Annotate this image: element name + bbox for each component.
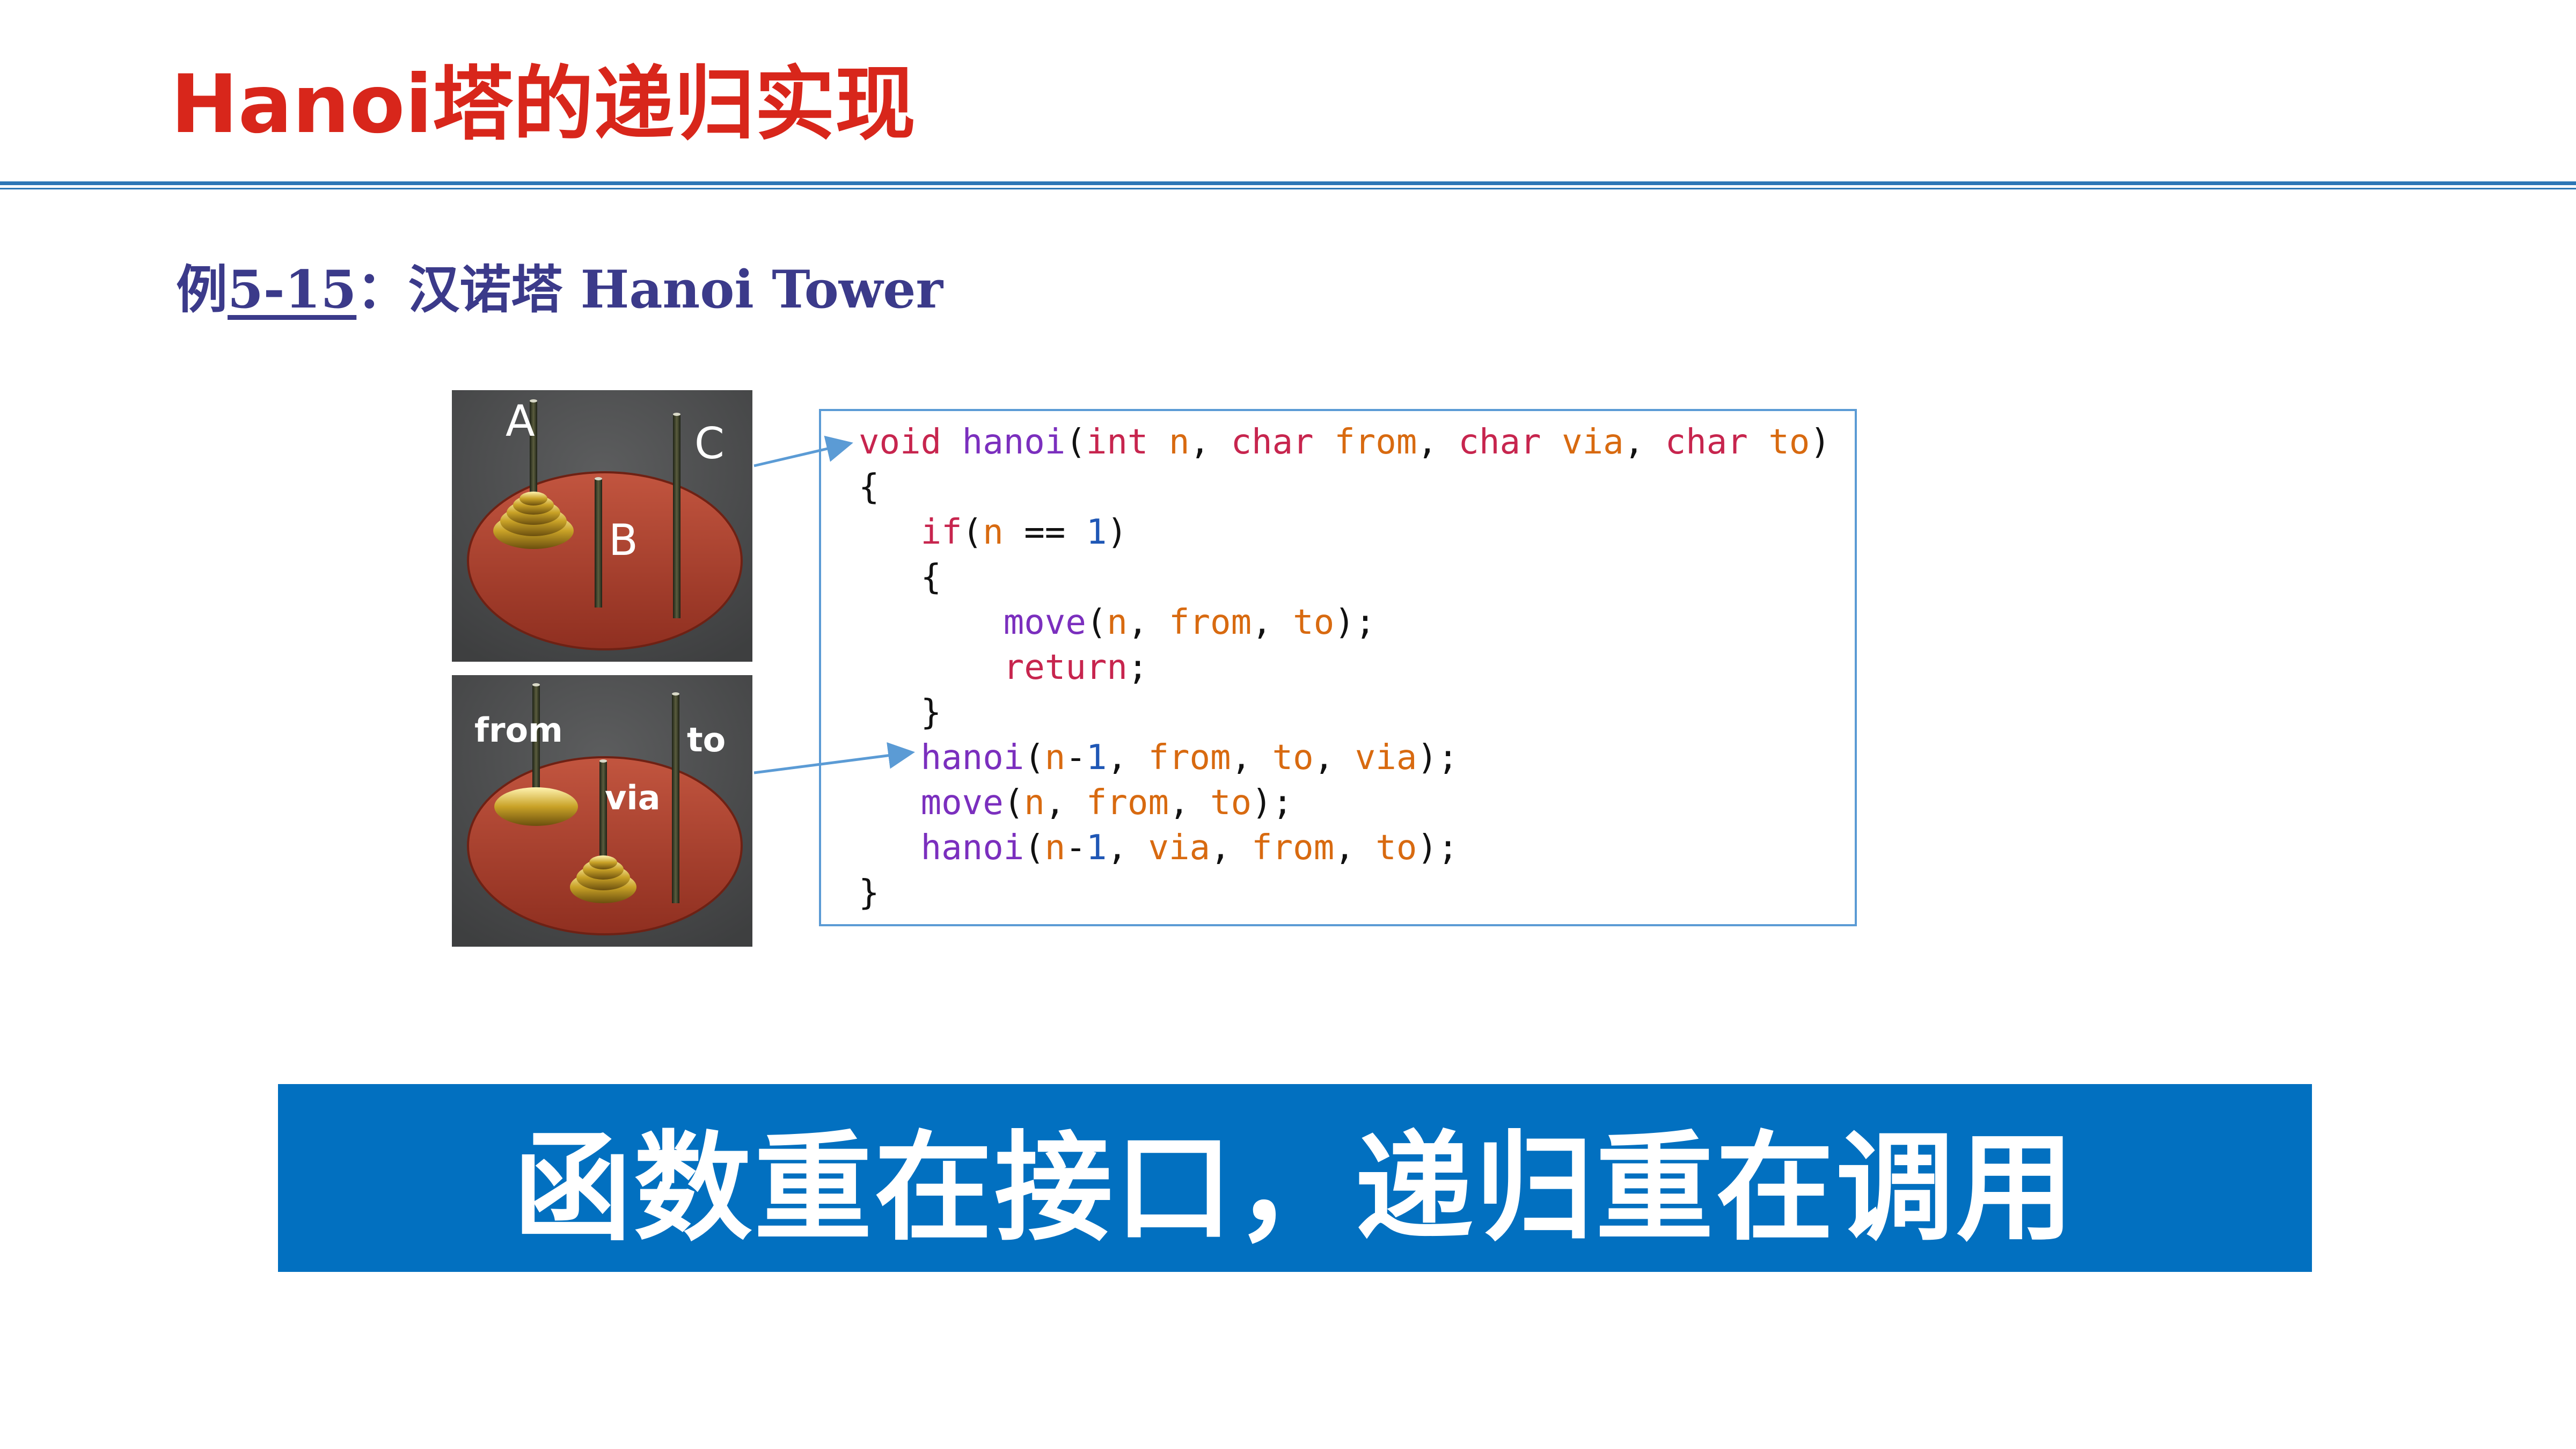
arrow-to-signature [753, 435, 853, 467]
arrow-to-recursive-call [753, 742, 915, 774]
key-takeaway-banner: 函数重在接口，递归重在调用 [278, 1084, 2312, 1272]
